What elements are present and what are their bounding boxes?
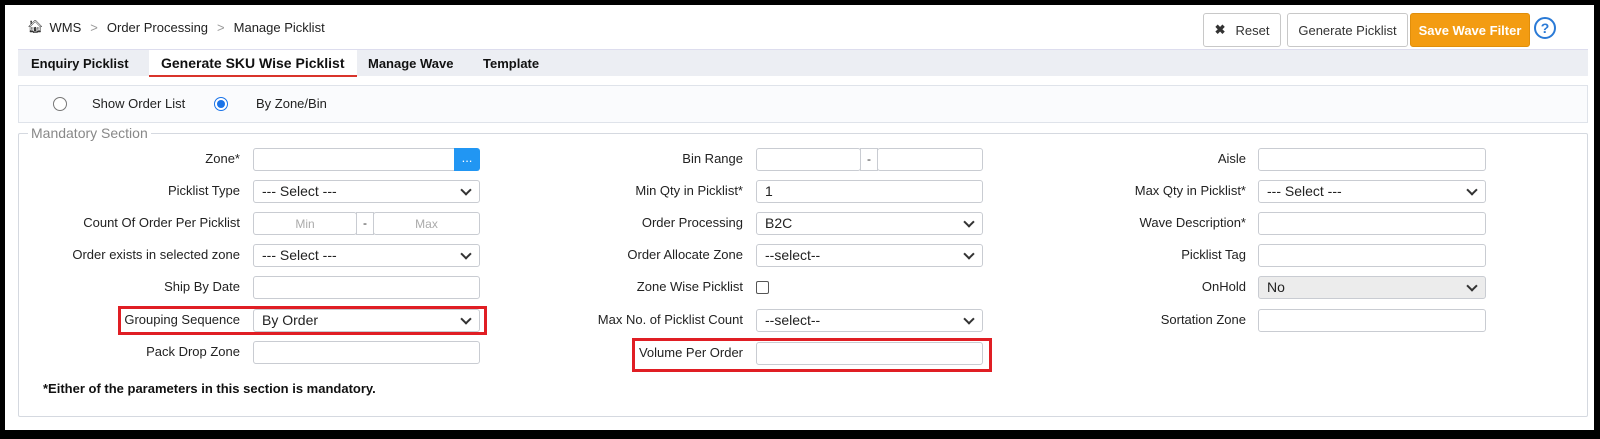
order-exists-label: Order exists in selected zone <box>72 247 240 262</box>
volume-per-order-label: Volume Per Order <box>638 345 743 360</box>
tab-manage-wave[interactable]: Manage Wave <box>368 50 454 77</box>
bin-range-to-input[interactable] <box>877 148 983 171</box>
breadcrumb-separator: > <box>90 19 98 35</box>
show-order-list-label: Show Order List <box>92 96 186 111</box>
home-icon[interactable]: 🏠︎ <box>27 19 44 35</box>
order-exists-select[interactable]: --- Select --- <box>253 244 480 267</box>
count-order-label: Count Of Order Per Picklist <box>83 215 240 230</box>
close-icon: ✖ <box>1214 22 1226 37</box>
bin-range-label: Bin Range <box>682 151 743 166</box>
mandatory-section-legend: Mandatory Section <box>28 125 151 141</box>
by-zone-bin-radio[interactable] <box>214 97 228 111</box>
mode-radio-group: Show Order List By Zone/Bin <box>18 85 1588 123</box>
picklist-tag-input[interactable] <box>1258 244 1486 267</box>
tab-generate-sku-wise-picklist[interactable]: Generate SKU Wise Picklist <box>149 50 357 77</box>
pack-drop-zone-input[interactable] <box>253 341 480 364</box>
pack-drop-zone-label: Pack Drop Zone <box>146 344 240 359</box>
zone-wise-picklist-checkbox[interactable] <box>756 281 769 294</box>
max-qty-select[interactable]: --- Select --- <box>1258 180 1486 203</box>
show-order-list-radio[interactable] <box>53 97 67 111</box>
max-picklist-count-value: --select-- <box>765 312 821 328</box>
onhold-select[interactable]: No <box>1258 276 1486 299</box>
count-order-range-separator: - <box>356 212 374 235</box>
mandatory-note: *Either of the parameters in this sectio… <box>43 381 376 396</box>
reset-label: Reset <box>1235 22 1270 38</box>
order-processing-label: Order Processing <box>641 215 743 230</box>
wms-window: 🏠︎ WMS > Order Processing > Manage Pickl… <box>5 5 1594 430</box>
order-allocate-zone-label: Order Allocate Zone <box>627 247 743 262</box>
aisle-label: Aisle <box>1217 151 1246 166</box>
order-exists-value: --- Select --- <box>262 247 337 263</box>
count-order-min-placeholder: Min <box>295 217 315 231</box>
tab-enquiry-picklist[interactable]: Enquiry Picklist <box>31 50 129 77</box>
count-order-min-input[interactable]: Min <box>253 212 357 235</box>
order-allocate-zone-value: --select-- <box>765 247 821 263</box>
wave-description-label: Wave Description* <box>1139 215 1246 230</box>
tab-bar: Enquiry Picklist Generate SKU Wise Pickl… <box>18 49 1588 77</box>
max-picklist-count-label: Max No. of Picklist Count <box>597 312 743 327</box>
reset-button[interactable]: ✖ Reset <box>1203 13 1281 47</box>
ship-by-date-input[interactable] <box>253 276 480 299</box>
breadcrumb: 🏠︎ WMS > Order Processing > Manage Pickl… <box>27 15 325 39</box>
sortation-zone-label: Sortation Zone <box>1160 312 1246 327</box>
bin-range-separator: - <box>860 148 878 171</box>
picklist-type-value: --- Select --- <box>262 183 337 199</box>
volume-per-order-input[interactable] <box>756 342 983 365</box>
breadcrumb-separator: > <box>217 19 225 35</box>
generate-picklist-button[interactable]: Generate Picklist <box>1287 13 1408 47</box>
picklist-tag-label: Picklist Tag <box>1181 247 1246 262</box>
ship-by-date-label: Ship By Date <box>164 279 240 294</box>
breadcrumb-manage-picklist: Manage Picklist <box>233 19 325 35</box>
grouping-sequence-select[interactable]: By Order <box>253 309 480 332</box>
grouping-sequence-value: By Order <box>262 312 319 328</box>
breadcrumb-wms[interactable]: WMS <box>50 20 82 35</box>
zone-input[interactable] <box>253 148 455 171</box>
grouping-sequence-label: Grouping Sequence <box>124 312 240 327</box>
aisle-input[interactable] <box>1258 148 1486 171</box>
picklist-type-select[interactable]: --- Select --- <box>253 180 480 203</box>
wave-description-input[interactable] <box>1258 212 1486 235</box>
by-zone-bin-label: By Zone/Bin <box>256 96 327 111</box>
count-order-max-placeholder: Max <box>415 217 438 231</box>
help-icon[interactable]: ? <box>1534 17 1556 39</box>
sortation-zone-input[interactable] <box>1258 309 1486 332</box>
tab-template[interactable]: Template <box>483 50 539 77</box>
zone-lookup-button[interactable]: ... <box>454 148 480 171</box>
count-order-max-input[interactable]: Max <box>373 212 480 235</box>
picklist-type-label: Picklist Type <box>167 183 240 198</box>
save-wave-filter-button[interactable]: Save Wave Filter <box>1410 13 1530 47</box>
order-processing-value: B2C <box>765 215 793 231</box>
order-allocate-zone-select[interactable]: --select-- <box>756 244 983 267</box>
mandatory-section <box>18 133 1588 417</box>
zone-wise-picklist-label: Zone Wise Picklist <box>636 279 743 294</box>
order-processing-select[interactable]: B2C <box>756 212 983 235</box>
min-qty-label: Min Qty in Picklist* <box>635 183 743 198</box>
max-qty-value: --- Select --- <box>1267 183 1342 199</box>
breadcrumb-order-processing[interactable]: Order Processing <box>107 20 208 35</box>
min-qty-input[interactable]: 1 <box>756 180 983 203</box>
zone-label: Zone* <box>205 151 240 166</box>
max-qty-label: Max Qty in Picklist* <box>1134 183 1246 198</box>
onhold-label: OnHold <box>1201 279 1246 294</box>
bin-range-from-input[interactable] <box>756 148 861 171</box>
onhold-value: No <box>1267 279 1285 295</box>
max-picklist-count-select[interactable]: --select-- <box>756 309 983 332</box>
